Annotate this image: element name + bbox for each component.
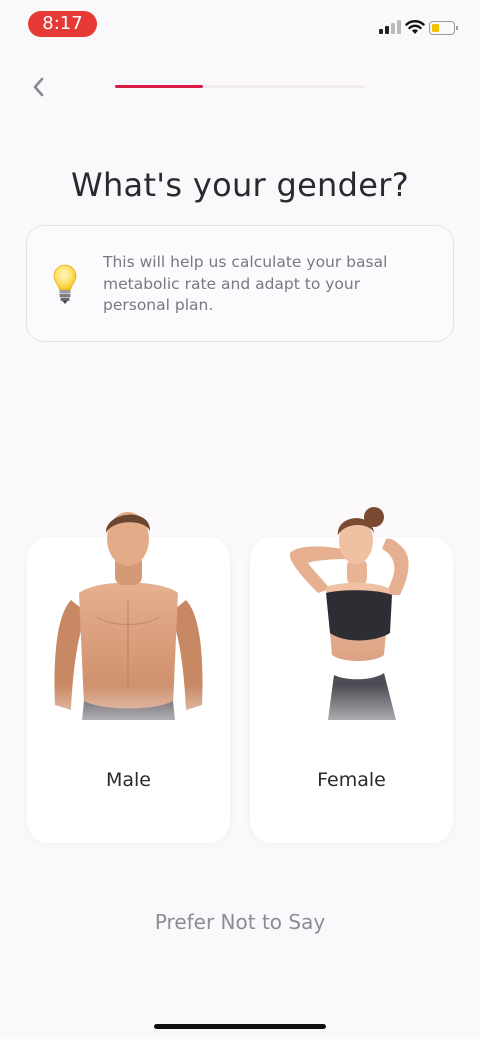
wifi-icon <box>405 20 425 34</box>
page-title: What's your gender? <box>71 166 409 204</box>
progress-fill <box>115 85 203 88</box>
female-figure-illustration <box>250 507 453 750</box>
female-option-card[interactable]: Female <box>250 507 453 843</box>
status-bar: 8:17 <box>0 0 480 50</box>
lightbulb-icon <box>53 264 77 304</box>
chevron-left-icon <box>33 77 44 97</box>
info-card: This will help us calculate your basal m… <box>26 225 454 342</box>
cellular-signal-icon <box>379 20 401 34</box>
status-time: 8:17 <box>28 11 97 37</box>
male-label: Male <box>105 769 151 791</box>
male-figure-illustration <box>27 512 230 750</box>
prefer-not-to-say-button[interactable]: Prefer Not to Say <box>0 910 480 934</box>
progress-bar <box>115 85 365 88</box>
battery-level <box>432 24 439 32</box>
battery-icon <box>429 21 458 35</box>
male-option-card[interactable]: Male <box>27 512 230 843</box>
info-text: This will help us calculate your basal m… <box>103 253 388 314</box>
female-label: Female <box>317 769 386 791</box>
back-button[interactable] <box>26 74 52 100</box>
home-indicator <box>154 1024 326 1029</box>
